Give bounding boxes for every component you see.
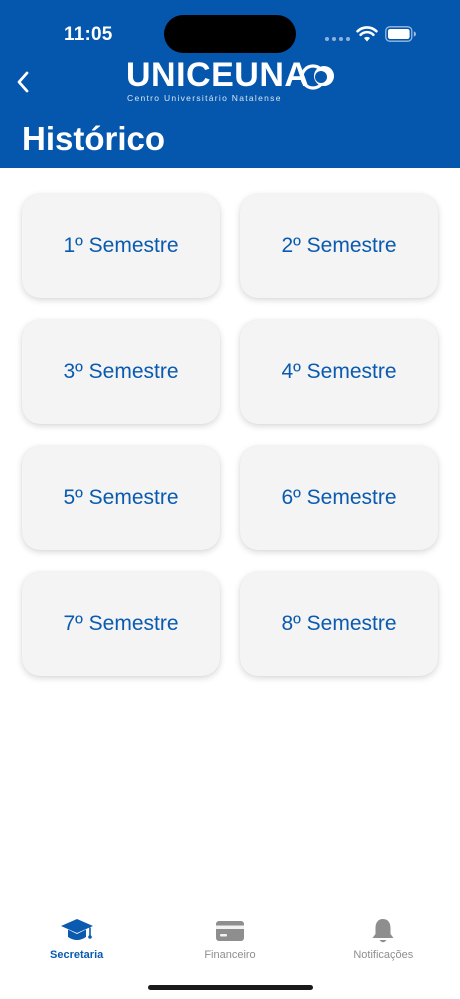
semester-card-5[interactable]: 5º Semestre	[22, 446, 220, 550]
tab-bar: Secretaria Financeiro Notificações	[0, 910, 460, 970]
semester-card-label: 8º Semestre	[281, 612, 397, 635]
tab-notificacoes[interactable]: Notificações	[307, 910, 460, 970]
semester-card-label: 4º Semestre	[281, 360, 397, 383]
tab-secretaria[interactable]: Secretaria	[0, 910, 153, 970]
logo-rings-icon	[300, 64, 334, 90]
semester-card-6[interactable]: 6º Semestre	[240, 446, 438, 550]
tab-financeiro[interactable]: Financeiro	[153, 910, 306, 970]
logo-wordmark: UNICEUNA	[126, 56, 310, 94]
tab-label: Secretaria	[50, 949, 104, 961]
semester-card-7[interactable]: 7º Semestre	[22, 572, 220, 676]
credit-card-icon	[215, 921, 244, 941]
semester-grid: 1º Semestre 2º Semestre 3º Semestre 4º S…	[22, 194, 438, 676]
tab-label: Notificações	[353, 949, 414, 961]
semester-card-label: 3º Semestre	[63, 360, 179, 383]
bell-icon	[372, 919, 394, 943]
cellular-signal-icon	[325, 37, 350, 41]
semester-card-label: 1º Semestre	[63, 234, 179, 257]
wifi-icon	[356, 26, 378, 42]
university-logo: UNICEUNA Centro Universitário Natalense	[126, 56, 336, 104]
app-header: 11:05 UNICEUNA Centro Universitário Nata…	[0, 0, 460, 168]
semester-card-4[interactable]: 4º Semestre	[240, 320, 438, 424]
chevron-left-icon	[17, 71, 29, 93]
home-indicator	[148, 985, 313, 990]
semester-card-label: 7º Semestre	[63, 612, 179, 635]
logo-subtitle: Centro Universitário Natalense	[127, 93, 282, 103]
status-bar: 11:05	[0, 0, 460, 60]
semester-card-8[interactable]: 8º Semestre	[240, 572, 438, 676]
back-button[interactable]	[8, 66, 38, 98]
semester-card-3[interactable]: 3º Semestre	[22, 320, 220, 424]
semester-card-label: 2º Semestre	[281, 234, 397, 257]
semester-card-2[interactable]: 2º Semestre	[240, 194, 438, 298]
graduation-cap-icon	[60, 919, 93, 940]
semester-card-label: 6º Semestre	[281, 486, 397, 509]
semester-card-label: 5º Semestre	[63, 486, 179, 509]
semester-card-1[interactable]: 1º Semestre	[22, 194, 220, 298]
status-time: 11:05	[64, 24, 113, 45]
tab-label: Financeiro	[204, 949, 256, 961]
dynamic-island	[164, 15, 296, 53]
battery-icon	[385, 26, 416, 42]
page-title: Histórico	[22, 120, 166, 157]
